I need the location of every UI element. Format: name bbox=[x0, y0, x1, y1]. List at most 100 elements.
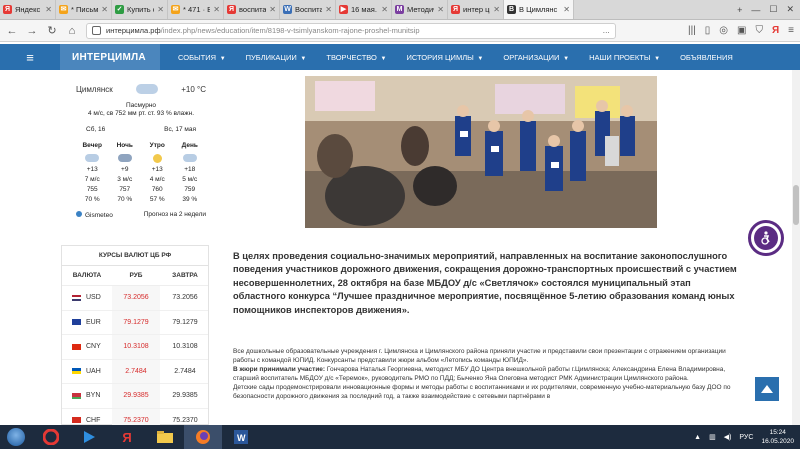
scroll-to-top-button[interactable] bbox=[755, 377, 779, 401]
accessibility-icon bbox=[754, 226, 778, 250]
browser-tab[interactable]: WВоспитате✕ bbox=[280, 0, 336, 19]
yandex-icon[interactable]: Я bbox=[772, 25, 779, 36]
main-menu: СОБЫТИЯ ▼ ПУБЛИКАЦИИ ▼ ТВОРЧЕСТВО ▼ ИСТОРИЯ… bbox=[168, 53, 743, 62]
media-player-taskbar-icon[interactable] bbox=[70, 425, 108, 449]
browser-tab[interactable]: ▶16 мая. PC✕ bbox=[336, 0, 392, 19]
currency-code: CHF bbox=[62, 417, 112, 424]
language-indicator[interactable]: РУС bbox=[739, 434, 753, 441]
scrollbar-thumb[interactable] bbox=[793, 185, 799, 225]
word-taskbar-icon[interactable]: W bbox=[222, 425, 260, 449]
back-icon[interactable]: ← bbox=[6, 25, 18, 37]
browser-tab[interactable]: ✉* Письмо «Го✕ bbox=[56, 0, 112, 19]
tab-close-icon[interactable]: ✕ bbox=[213, 5, 220, 14]
menu-item[interactable]: НАШИ ПРОЕКТЫ ▼ bbox=[579, 53, 670, 62]
account-icon[interactable]: ◎ bbox=[719, 25, 728, 36]
forecast-humidity: 57 % bbox=[149, 196, 165, 203]
opera-taskbar-icon[interactable] bbox=[32, 425, 70, 449]
extension-icon[interactable]: ▣ bbox=[737, 25, 746, 36]
accessibility-button[interactable] bbox=[748, 220, 784, 256]
page-content: Цимлянск +10 °C Пасмурно 4 м/с, св 752 м… bbox=[0, 70, 800, 425]
tab-title: воспитател bbox=[239, 5, 267, 14]
tab-close-icon[interactable]: ✕ bbox=[325, 5, 332, 14]
tab-close-icon[interactable]: ✕ bbox=[45, 5, 52, 14]
currency-rub-rate: 29.9385 bbox=[112, 384, 160, 408]
site-nav: ≡ ИНТЕРЦИМЛА СОБЫТИЯ ▼ ПУБЛИКАЦИИ ▼ ТВОРЧЕ… bbox=[0, 44, 800, 70]
clock[interactable]: 15:24 16.05.2020 bbox=[761, 428, 794, 446]
flag-icon bbox=[72, 343, 81, 350]
shield-icon[interactable]: ⛉ bbox=[755, 25, 763, 36]
sidebar-icon[interactable]: ▯ bbox=[705, 25, 711, 36]
tab-favicon-icon: W bbox=[283, 5, 292, 14]
gismeteo-link[interactable]: Gismeteo bbox=[76, 211, 113, 219]
browser-tab[interactable]: ✉* 471 · Входящ✕ bbox=[168, 0, 224, 19]
firefox-taskbar-icon[interactable] bbox=[184, 425, 222, 449]
explorer-taskbar-icon[interactable] bbox=[146, 425, 184, 449]
currency-title: КУРСЫ ВАЛЮТ ЦБ РФ bbox=[62, 246, 208, 266]
clock-time: 15:24 bbox=[769, 429, 786, 436]
tab-favicon-icon: Я bbox=[451, 5, 460, 14]
browser-tab[interactable]: ✓Купить соко✕ bbox=[112, 0, 168, 19]
site-logo[interactable]: ИНТЕРЦИМЛА bbox=[60, 44, 160, 70]
address-bar[interactable]: интерцимла.рф/index.php/news/education/i… bbox=[86, 22, 616, 39]
currency-row: BYN 29.9385 29.9385 bbox=[62, 384, 208, 409]
menu-item[interactable]: СОБЫТИЯ ▼ bbox=[168, 53, 236, 62]
network-icon[interactable]: ▥ bbox=[709, 433, 716, 441]
forward-icon[interactable]: → bbox=[26, 25, 38, 37]
menu-item[interactable]: ИСТОРИЯ ЦИМЛЫ ▼ bbox=[396, 53, 493, 62]
tab-close-icon[interactable]: ✕ bbox=[157, 5, 164, 14]
flag-icon bbox=[72, 294, 81, 301]
browser-tab[interactable]: Яинтер цимл✕ bbox=[448, 0, 504, 19]
tab-favicon-icon: Я bbox=[227, 5, 236, 14]
forecast-wind: 4 м/с bbox=[149, 176, 165, 183]
weather-city: Цимлянск bbox=[76, 84, 113, 94]
hamburger-icon[interactable]: ≡ bbox=[0, 50, 60, 65]
more-icon[interactable]: … bbox=[603, 26, 611, 35]
forecast-link[interactable]: Прогноз на 2 недели bbox=[144, 211, 206, 219]
tab-close-icon[interactable]: ✕ bbox=[381, 5, 388, 14]
minimize-icon[interactable]: — bbox=[751, 5, 760, 15]
currency-tomorrow-rate: 79.1279 bbox=[172, 318, 198, 326]
close-window-icon[interactable]: ✕ bbox=[786, 4, 794, 15]
site-info-icon[interactable] bbox=[92, 26, 101, 35]
currency-tomorrow-rate: 2.7484 bbox=[174, 367, 196, 375]
library-icon[interactable]: ||| bbox=[688, 25, 696, 36]
tab-close-icon[interactable]: ✕ bbox=[493, 5, 500, 14]
firefox-icon bbox=[196, 430, 210, 444]
url-text[interactable]: интерцимла.рф/index.php/news/education/i… bbox=[106, 26, 598, 35]
chevron-down-icon: ▼ bbox=[652, 55, 661, 62]
tab-close-icon[interactable]: ✕ bbox=[101, 5, 108, 14]
start-button[interactable] bbox=[0, 425, 32, 449]
yandex-browser-taskbar-icon[interactable]: Я bbox=[108, 425, 146, 449]
weather-condition: Пасмурно bbox=[125, 102, 157, 109]
forecast-wind: 3 м/с bbox=[117, 176, 133, 183]
currency-code: BYN bbox=[62, 392, 112, 399]
period-label: День bbox=[181, 142, 198, 149]
currency-row: EUR 79.1279 79.1279 bbox=[62, 310, 208, 335]
currency-row: CNY 10.3108 10.3108 bbox=[62, 335, 208, 360]
forecast-temp: +18 bbox=[184, 166, 196, 173]
windows-taskbar: Я W ▲ ▥ ◀) РУС 15:24 16.05.2020 bbox=[0, 425, 800, 449]
browser-tab[interactable]: ВВ Цимлянс ✕ bbox=[504, 0, 574, 19]
article-paragraph-jury: В жюри принимали участие: Гончарова Ната… bbox=[233, 365, 738, 383]
menu-item[interactable]: ОРГАНИЗАЦИИ ▼ bbox=[493, 53, 579, 62]
tab-close-icon[interactable]: ✕ bbox=[563, 5, 570, 14]
volume-icon[interactable]: ◀) bbox=[724, 433, 732, 441]
maximize-icon[interactable]: ☐ bbox=[769, 4, 777, 15]
tab-close-icon[interactable]: ✕ bbox=[437, 5, 444, 14]
tray-arrow-icon[interactable]: ▲ bbox=[694, 434, 701, 441]
currency-code: UAH bbox=[62, 368, 112, 375]
menu-item[interactable]: ОБЪЯВЛЕНИЯ bbox=[670, 53, 743, 62]
new-tab-icon[interactable]: + bbox=[737, 5, 742, 15]
browser-tab[interactable]: MМетодическ✕ bbox=[392, 0, 448, 19]
tab-list: ЯЯндекс✕✉* Письмо «Го✕✓Купить соко✕✉* 47… bbox=[0, 0, 574, 19]
browser-tab[interactable]: Я Яндекс ✕ bbox=[0, 0, 56, 19]
browser-tab[interactable]: Явоспитател✕ bbox=[224, 0, 280, 19]
tab-close-icon[interactable]: ✕ bbox=[269, 5, 276, 14]
menu-item[interactable]: ТВОРЧЕСТВО ▼ bbox=[316, 53, 396, 62]
app-menu-icon[interactable]: ≡ bbox=[788, 25, 794, 36]
menu-item[interactable]: ПУБЛИКАЦИИ ▼ bbox=[236, 53, 317, 62]
page-scrollbar[interactable] bbox=[792, 70, 800, 425]
home-icon[interactable]: ⌂ bbox=[66, 25, 78, 37]
menu-item-label: ИСТОРИЯ ЦИМЛЫ bbox=[406, 52, 474, 62]
reload-icon[interactable]: ↻ bbox=[46, 24, 58, 37]
